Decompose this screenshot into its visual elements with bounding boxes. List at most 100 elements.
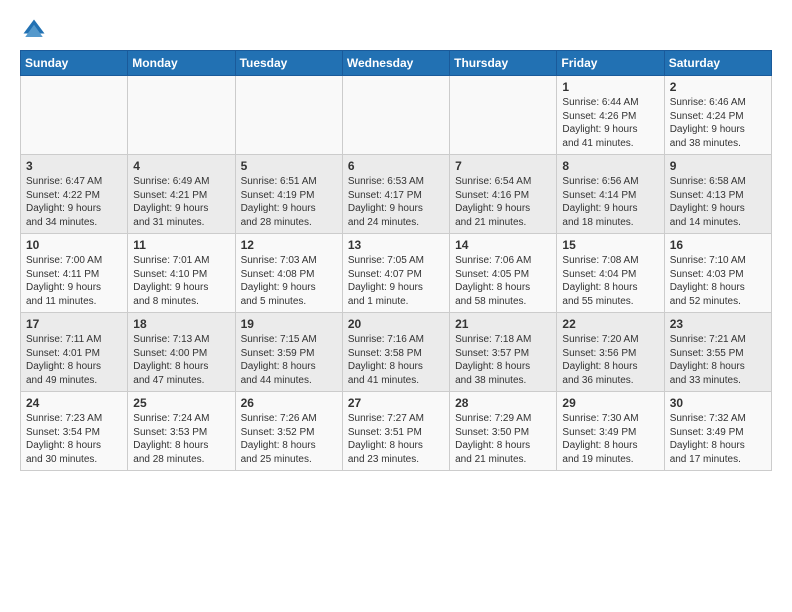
day-number: 22 — [562, 317, 658, 331]
week-row-1: 1 Sunrise: 6:44 AM Sunset: 4:26 PM Daylig… — [21, 76, 772, 155]
weekday-header-sunday: Sunday — [21, 51, 128, 76]
logo-icon — [20, 16, 48, 44]
day-info: Sunrise: 7:20 AM Sunset: 3:56 PM Dayligh… — [562, 333, 658, 387]
day-number: 19 — [241, 317, 337, 331]
day-info: Sunrise: 6:46 AM Sunset: 4:24 PM Dayligh… — [670, 96, 766, 150]
day-number: 14 — [455, 238, 551, 252]
week-row-3: 10 Sunrise: 7:00 AM Sunset: 4:11 PM Dayli… — [21, 234, 772, 313]
day-number: 18 — [133, 317, 229, 331]
calendar-cell: 11 Sunrise: 7:01 AM Sunset: 4:10 PM Dayli… — [128, 234, 235, 313]
logo — [20, 16, 52, 44]
day-number: 11 — [133, 238, 229, 252]
day-info: Sunrise: 7:30 AM Sunset: 3:49 PM Dayligh… — [562, 412, 658, 466]
day-number: 7 — [455, 159, 551, 173]
calendar-cell: 6 Sunrise: 6:53 AM Sunset: 4:17 PM Daylig… — [342, 155, 449, 234]
calendar-cell: 27 Sunrise: 7:27 AM Sunset: 3:51 PM Dayli… — [342, 392, 449, 471]
day-number: 10 — [26, 238, 122, 252]
calendar-cell: 7 Sunrise: 6:54 AM Sunset: 4:16 PM Daylig… — [450, 155, 557, 234]
calendar-cell: 14 Sunrise: 7:06 AM Sunset: 4:05 PM Dayli… — [450, 234, 557, 313]
day-number: 1 — [562, 80, 658, 94]
calendar-cell: 2 Sunrise: 6:46 AM Sunset: 4:24 PM Daylig… — [664, 76, 771, 155]
day-info: Sunrise: 7:13 AM Sunset: 4:00 PM Dayligh… — [133, 333, 229, 387]
day-number: 30 — [670, 396, 766, 410]
day-info: Sunrise: 7:26 AM Sunset: 3:52 PM Dayligh… — [241, 412, 337, 466]
calendar-cell: 19 Sunrise: 7:15 AM Sunset: 3:59 PM Dayli… — [235, 313, 342, 392]
day-number: 17 — [26, 317, 122, 331]
calendar-cell — [128, 76, 235, 155]
day-info: Sunrise: 6:44 AM Sunset: 4:26 PM Dayligh… — [562, 96, 658, 150]
day-number: 21 — [455, 317, 551, 331]
calendar-cell: 15 Sunrise: 7:08 AM Sunset: 4:04 PM Dayli… — [557, 234, 664, 313]
day-info: Sunrise: 7:32 AM Sunset: 3:49 PM Dayligh… — [670, 412, 766, 466]
day-number: 25 — [133, 396, 229, 410]
day-number: 24 — [26, 396, 122, 410]
weekday-header-thursday: Thursday — [450, 51, 557, 76]
day-info: Sunrise: 6:58 AM Sunset: 4:13 PM Dayligh… — [670, 175, 766, 229]
day-info: Sunrise: 7:08 AM Sunset: 4:04 PM Dayligh… — [562, 254, 658, 308]
day-info: Sunrise: 7:23 AM Sunset: 3:54 PM Dayligh… — [26, 412, 122, 466]
page: SundayMondayTuesdayWednesdayThursdayFrid… — [0, 0, 792, 612]
calendar-cell — [235, 76, 342, 155]
calendar-cell: 17 Sunrise: 7:11 AM Sunset: 4:01 PM Dayli… — [21, 313, 128, 392]
calendar-cell: 29 Sunrise: 7:30 AM Sunset: 3:49 PM Dayli… — [557, 392, 664, 471]
day-info: Sunrise: 7:00 AM Sunset: 4:11 PM Dayligh… — [26, 254, 122, 308]
calendar-cell: 8 Sunrise: 6:56 AM Sunset: 4:14 PM Daylig… — [557, 155, 664, 234]
weekday-header-monday: Monday — [128, 51, 235, 76]
day-number: 15 — [562, 238, 658, 252]
calendar-cell: 1 Sunrise: 6:44 AM Sunset: 4:26 PM Daylig… — [557, 76, 664, 155]
week-row-2: 3Sunrise: 6:47 AM Sunset: 4:22 PM Daylig… — [21, 155, 772, 234]
day-info: Sunrise: 6:56 AM Sunset: 4:14 PM Dayligh… — [562, 175, 658, 229]
day-info: Sunrise: 7:05 AM Sunset: 4:07 PM Dayligh… — [348, 254, 444, 308]
calendar-cell: 4Sunrise: 6:49 AM Sunset: 4:21 PM Daylig… — [128, 155, 235, 234]
calendar-cell: 22 Sunrise: 7:20 AM Sunset: 3:56 PM Dayli… — [557, 313, 664, 392]
calendar-cell: 5 Sunrise: 6:51 AM Sunset: 4:19 PM Daylig… — [235, 155, 342, 234]
day-number: 27 — [348, 396, 444, 410]
day-info: Sunrise: 7:11 AM Sunset: 4:01 PM Dayligh… — [26, 333, 122, 387]
calendar-cell — [342, 76, 449, 155]
day-number: 16 — [670, 238, 766, 252]
calendar-cell: 10 Sunrise: 7:00 AM Sunset: 4:11 PM Dayli… — [21, 234, 128, 313]
calendar-cell: 23Sunrise: 7:21 AM Sunset: 3:55 PM Dayli… — [664, 313, 771, 392]
day-number: 29 — [562, 396, 658, 410]
day-info: Sunrise: 6:51 AM Sunset: 4:19 PM Dayligh… — [241, 175, 337, 229]
day-info: Sunrise: 7:27 AM Sunset: 3:51 PM Dayligh… — [348, 412, 444, 466]
calendar-cell — [21, 76, 128, 155]
day-info: Sunrise: 7:18 AM Sunset: 3:57 PM Dayligh… — [455, 333, 551, 387]
calendar-cell: 13Sunrise: 7:05 AM Sunset: 4:07 PM Dayli… — [342, 234, 449, 313]
day-info: Sunrise: 7:21 AM Sunset: 3:55 PM Dayligh… — [670, 333, 766, 387]
calendar-cell: 16 Sunrise: 7:10 AM Sunset: 4:03 PM Dayli… — [664, 234, 771, 313]
day-info: Sunrise: 7:29 AM Sunset: 3:50 PM Dayligh… — [455, 412, 551, 466]
calendar-cell: 18 Sunrise: 7:13 AM Sunset: 4:00 PM Dayli… — [128, 313, 235, 392]
calendar-cell: 26 Sunrise: 7:26 AM Sunset: 3:52 PM Dayli… — [235, 392, 342, 471]
day-number: 9 — [670, 159, 766, 173]
day-info: Sunrise: 7:15 AM Sunset: 3:59 PM Dayligh… — [241, 333, 337, 387]
calendar-cell: 3Sunrise: 6:47 AM Sunset: 4:22 PM Daylig… — [21, 155, 128, 234]
calendar-cell: 20 Sunrise: 7:16 AM Sunset: 3:58 PM Dayli… — [342, 313, 449, 392]
weekday-header-saturday: Saturday — [664, 51, 771, 76]
calendar-cell: 12Sunrise: 7:03 AM Sunset: 4:08 PM Dayli… — [235, 234, 342, 313]
day-number: 2 — [670, 80, 766, 94]
day-number: 20 — [348, 317, 444, 331]
calendar-cell: 25Sunrise: 7:24 AM Sunset: 3:53 PM Dayli… — [128, 392, 235, 471]
day-info: Sunrise: 7:10 AM Sunset: 4:03 PM Dayligh… — [670, 254, 766, 308]
day-number: 12 — [241, 238, 337, 252]
day-info: Sunrise: 7:06 AM Sunset: 4:05 PM Dayligh… — [455, 254, 551, 308]
day-number: 26 — [241, 396, 337, 410]
day-info: Sunrise: 6:53 AM Sunset: 4:17 PM Dayligh… — [348, 175, 444, 229]
day-info: Sunrise: 7:16 AM Sunset: 3:58 PM Dayligh… — [348, 333, 444, 387]
day-number: 5 — [241, 159, 337, 173]
calendar-table: SundayMondayTuesdayWednesdayThursdayFrid… — [20, 50, 772, 471]
calendar-cell: 9 Sunrise: 6:58 AM Sunset: 4:13 PM Daylig… — [664, 155, 771, 234]
day-info: Sunrise: 7:01 AM Sunset: 4:10 PM Dayligh… — [133, 254, 229, 308]
calendar-cell: 21 Sunrise: 7:18 AM Sunset: 3:57 PM Dayli… — [450, 313, 557, 392]
day-number: 6 — [348, 159, 444, 173]
weekday-header-friday: Friday — [557, 51, 664, 76]
week-row-4: 17 Sunrise: 7:11 AM Sunset: 4:01 PM Dayli… — [21, 313, 772, 392]
day-info: Sunrise: 6:54 AM Sunset: 4:16 PM Dayligh… — [455, 175, 551, 229]
calendar-cell — [450, 76, 557, 155]
header — [20, 16, 772, 44]
day-number: 4 — [133, 159, 229, 173]
calendar-cell: 24 Sunrise: 7:23 AM Sunset: 3:54 PM Dayli… — [21, 392, 128, 471]
day-number: 28 — [455, 396, 551, 410]
day-number: 8 — [562, 159, 658, 173]
